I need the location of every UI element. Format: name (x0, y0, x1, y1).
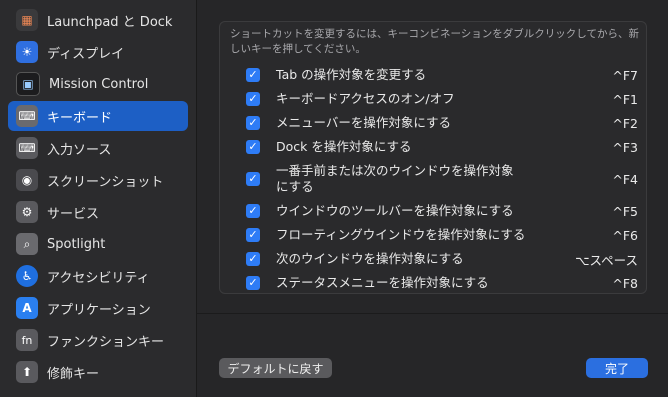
app-shortcuts-icon: A (16, 297, 38, 319)
shortcut-row[interactable]: ✓ キーボードアクセスのオン/オフ ^F1 (220, 90, 646, 108)
sidebar-item-services[interactable]: ⚙ サービス (8, 197, 188, 227)
launchpad-icon: ▦ (16, 9, 38, 31)
shortcut-row[interactable]: ✓ フローティングウインドウを操作対象にする ^F6 (220, 226, 646, 244)
instructions-text: ショートカットを変更するには、キーコンビネーションをダブルクリックしてから、新し… (230, 28, 639, 55)
sidebar-item-label: ディスプレイ (47, 46, 125, 62)
sidebar-item-accessibility[interactable]: ♿ アクセシビリティ (8, 261, 188, 291)
sidebar-item-launchpad-dock[interactable]: ▦ Launchpad と Dock (8, 5, 188, 35)
checkbox[interactable]: ✓ (246, 68, 260, 82)
shortcut-key[interactable]: ^F2 (612, 116, 638, 131)
sidebar-item-label: スクリーンショット (47, 174, 164, 190)
sidebar-item-screenshot[interactable]: ◉ スクリーンショット (8, 165, 188, 195)
mission-control-icon: ▣ (16, 72, 40, 96)
shortcut-row[interactable]: ✓ ステータスメニューを操作対象にする ^F8 (220, 274, 646, 292)
sidebar-item-input-sources[interactable]: ⌨ 入力ソース (8, 133, 188, 163)
checkbox[interactable]: ✓ (246, 92, 260, 106)
shortcut-key[interactable]: ^F4 (612, 172, 638, 187)
sidebar-item-keyboard[interactable]: ⌨ キーボード (8, 101, 188, 131)
shortcut-label: ステータスメニューを操作対象にする (276, 275, 489, 290)
restore-defaults-button[interactable]: デフォルトに戻す (219, 358, 332, 378)
sidebar-item-spotlight[interactable]: ⌕ Spotlight (8, 229, 188, 259)
sidebar-item-label: Mission Control (49, 76, 149, 92)
shortcut-key[interactable]: ⌥スペース (575, 250, 638, 269)
sidebar-item-label: Spotlight (47, 236, 106, 252)
sidebar-item-display[interactable]: ☀ ディスプレイ (8, 37, 188, 67)
sidebar-item-label: キーボード (47, 110, 113, 126)
done-button[interactable]: 完了 (586, 358, 648, 378)
shortcut-label: 次のウインドウを操作対象にする (276, 251, 464, 266)
checkbox[interactable]: ✓ (246, 204, 260, 218)
shortcut-row[interactable]: ✓ ウインドウのツールバーを操作対象にする ^F5 (220, 202, 646, 220)
shortcut-row[interactable]: ✓ Dock を操作対象にする ^F3 (220, 138, 646, 156)
sidebar: ▦ Launchpad と Dock ☀ ディスプレイ ▣ Mission Co… (0, 0, 197, 397)
sidebar-item-label: アプリケーション (47, 302, 151, 318)
sidebar-item-label: サービス (47, 206, 100, 222)
shortcut-row[interactable]: ✓ 次のウインドウを操作対象にする ⌥スペース (220, 250, 646, 268)
shortcut-label: ウインドウのツールバーを操作対象にする (276, 203, 514, 218)
shortcut-label: 一番手前または次のウインドウを操作対象にする (276, 163, 514, 194)
checkbox[interactable]: ✓ (246, 140, 260, 154)
shortcut-key[interactable]: ^F1 (612, 92, 638, 107)
sidebar-item-mission-control[interactable]: ▣ Mission Control (8, 69, 188, 99)
shortcut-key[interactable]: ^F6 (612, 228, 638, 243)
checkbox[interactable]: ✓ (246, 276, 260, 290)
shortcut-label: Tab の操作対象を変更する (276, 67, 427, 82)
sidebar-item-function-keys[interactable]: fn ファンクションキー (8, 325, 188, 355)
main-content: ショートカットを変更するには、キーコンビネーションをダブルクリックしてから、新し… (197, 0, 668, 397)
spotlight-icon: ⌕ (16, 233, 38, 255)
shortcut-label: Dock を操作対象にする (276, 139, 412, 154)
shortcut-label: メニューバーを操作対象にする (276, 115, 452, 130)
input-sources-icon: ⌨ (16, 137, 38, 159)
checkbox[interactable]: ✓ (246, 116, 260, 130)
modifier-keys-icon: ⬆ (16, 361, 38, 383)
screenshot-icon: ◉ (16, 169, 38, 191)
shortcut-row[interactable]: ✓ メニューバーを操作対象にする ^F2 (220, 114, 646, 132)
accessibility-icon: ♿ (16, 265, 38, 287)
shortcut-key[interactable]: ^F7 (612, 68, 638, 83)
display-icon: ☀ (16, 41, 38, 63)
sidebar-item-label: Launchpad と Dock (47, 14, 173, 30)
keyboard-icon: ⌨ (16, 105, 38, 127)
shortcut-row[interactable]: ✓ Tab の操作対象を変更する ^F7 (220, 66, 646, 84)
shortcut-key[interactable]: ^F3 (612, 140, 638, 155)
checkbox[interactable]: ✓ (246, 228, 260, 242)
shortcut-row[interactable]: ✓ 一番手前または次のウインドウを操作対象にする ^F4 (220, 162, 646, 196)
shortcut-label: フローティングウインドウを操作対象にする (276, 227, 526, 242)
sidebar-item-label: 入力ソース (47, 142, 112, 158)
sidebar-item-label: 修飾キー (47, 366, 100, 382)
shortcut-label: キーボードアクセスのオン/オフ (276, 91, 455, 106)
sidebar-item-modifier-keys[interactable]: ⬆ 修飾キー (8, 357, 188, 387)
checkbox[interactable]: ✓ (246, 252, 260, 266)
sidebar-item-label: ファンクションキー (47, 334, 165, 350)
sidebar-item-app-shortcuts[interactable]: A アプリケーション (8, 293, 188, 323)
shortcuts-panel: ショートカットを変更するには、キーコンビネーションをダブルクリックしてから、新し… (219, 21, 647, 294)
divider (197, 313, 668, 314)
sidebar-item-label: アクセシビリティ (47, 270, 150, 286)
shortcut-key[interactable]: ^F5 (612, 204, 638, 219)
function-keys-icon: fn (16, 329, 38, 351)
services-icon: ⚙ (16, 201, 38, 223)
checkbox[interactable]: ✓ (246, 172, 260, 186)
shortcut-key[interactable]: ^F8 (612, 276, 638, 291)
